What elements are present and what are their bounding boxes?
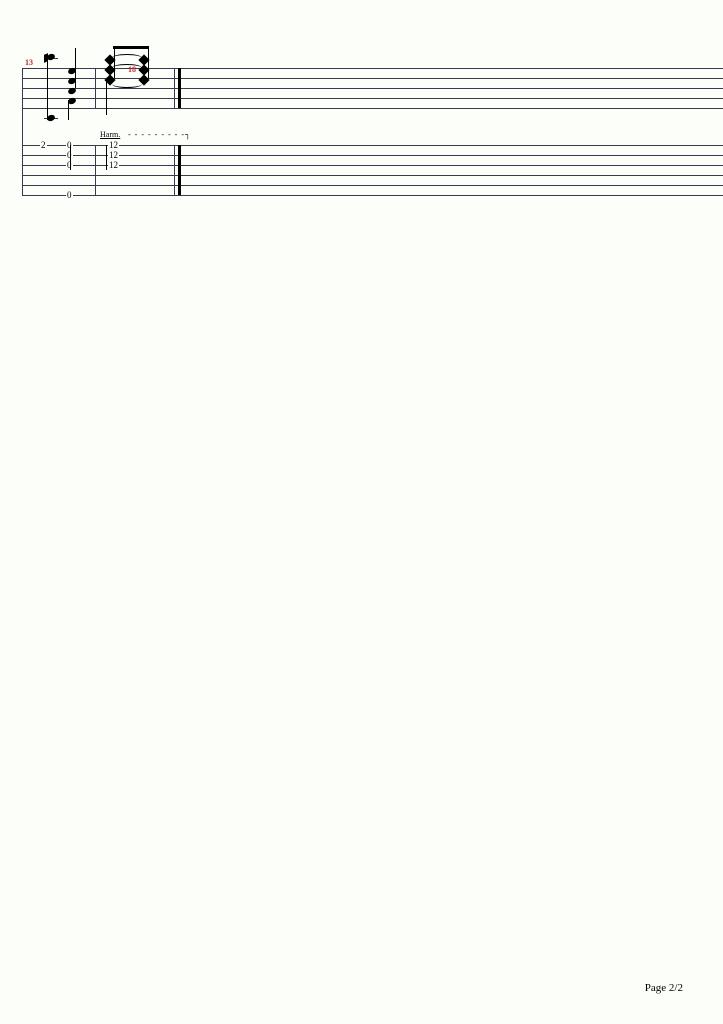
sheet-music-page: 13 18 Harm. - - -	[0, 0, 723, 1024]
note-stem	[68, 100, 69, 120]
note-stem	[148, 48, 149, 78]
beam	[113, 46, 149, 49]
tab-stem	[70, 145, 71, 170]
notation-staff	[22, 68, 723, 108]
tab-fret: 12	[108, 161, 119, 170]
harmonic-label: Harm.	[100, 130, 120, 139]
tab-fret: 12	[108, 151, 119, 160]
tie	[112, 80, 142, 88]
note-stem	[114, 48, 115, 78]
note-stem	[47, 60, 48, 120]
tie	[112, 54, 142, 62]
notehead	[46, 114, 56, 122]
page-footer: Page 2/2	[645, 982, 683, 994]
tab-stem	[106, 145, 107, 170]
tab-fret: 0	[66, 191, 73, 200]
tab-staff	[22, 145, 723, 195]
final-barline-thin	[174, 68, 175, 108]
tie	[112, 64, 142, 72]
harmonic-dashes: - - - - - - - - -┐	[128, 130, 192, 139]
final-barline-thick	[178, 68, 181, 108]
barline	[95, 68, 96, 108]
final-barline-thick-tab	[178, 145, 181, 195]
tab-fret: 12	[108, 141, 119, 150]
tab-fret: 2	[40, 141, 47, 150]
measure-number-13: 13	[25, 58, 33, 67]
note-stem	[106, 80, 107, 115]
final-barline-thin-tab	[174, 145, 175, 195]
